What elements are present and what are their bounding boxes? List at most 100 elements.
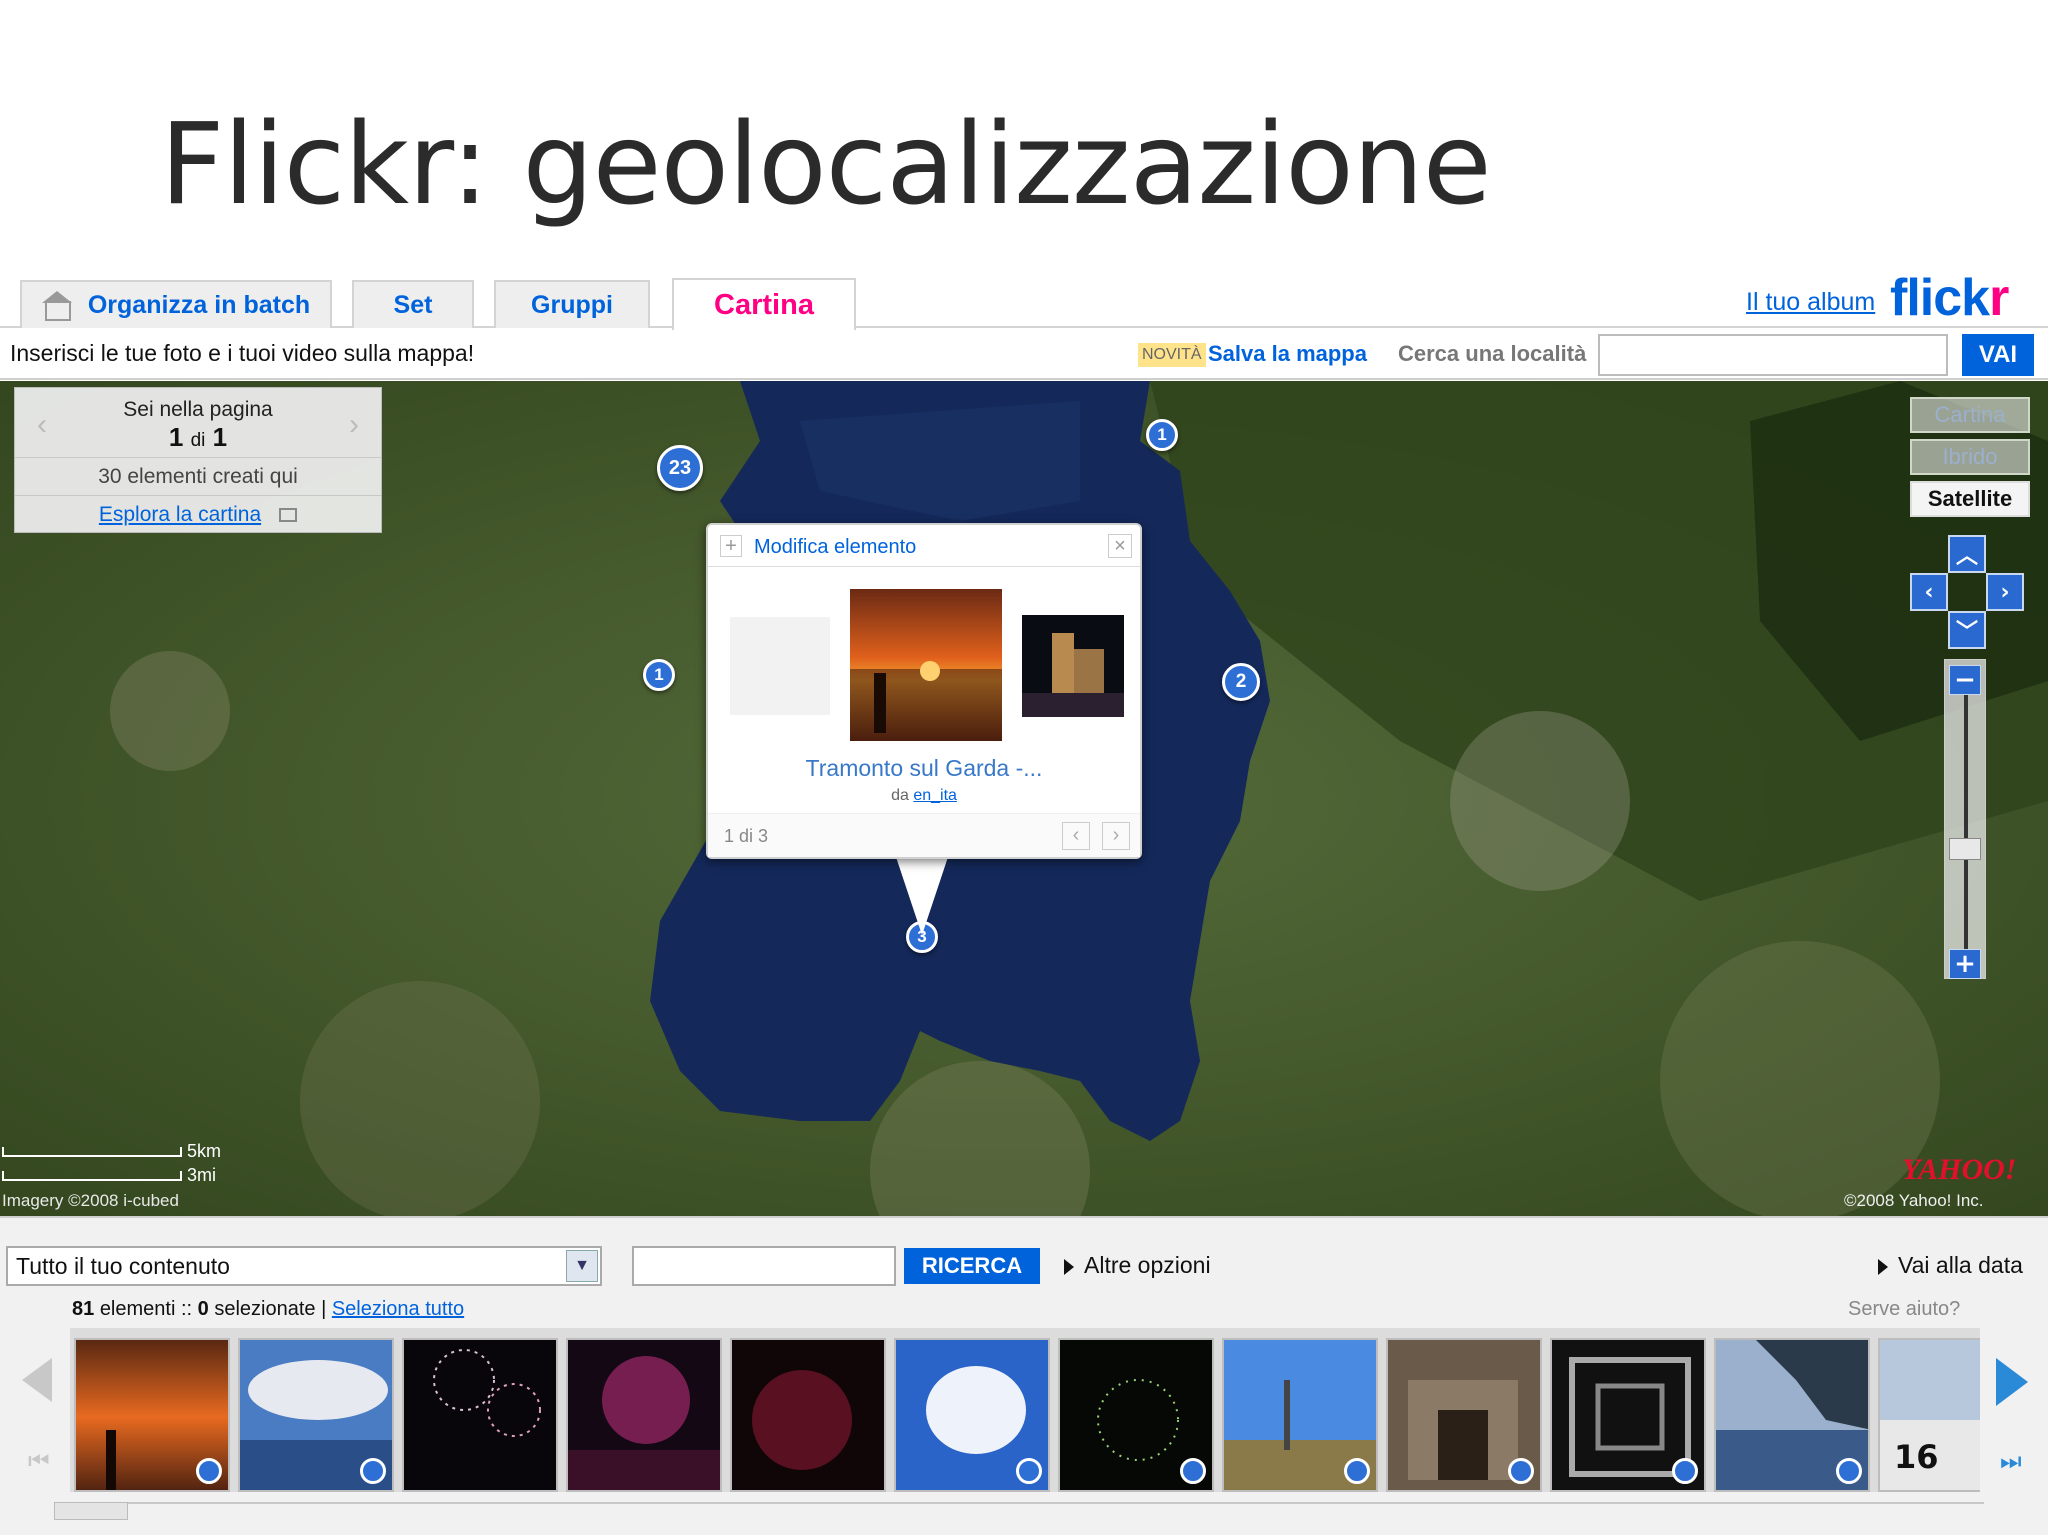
select-all-link[interactable]: Seleziona tutto: [332, 1298, 464, 1320]
tab-label: Organizza in batch: [87, 290, 311, 319]
thumb-number: 16: [1894, 1438, 1939, 1476]
imagery-credit: Imagery ©2008 i-cubed: [2, 1191, 179, 1210]
zoom-ticks: [1964, 690, 1968, 950]
popup-next-icon[interactable]: ›: [1102, 822, 1130, 850]
popup-thumb-sunset[interactable]: [850, 589, 1002, 741]
photo-thumb[interactable]: [74, 1338, 230, 1492]
map-type-satellite[interactable]: Satellite: [1910, 481, 2030, 517]
geotag-dot: [1508, 1458, 1534, 1484]
strip-scrollbar[interactable]: [54, 1502, 1984, 1520]
content-search-input[interactable]: [632, 1246, 896, 1286]
page-panel: ‹ Sei nella pagina 1 di 1 › 30 elementi …: [14, 387, 382, 533]
author-link[interactable]: en_ita: [913, 787, 957, 804]
tab-label: Gruppi: [531, 290, 613, 319]
geotag-dot: [1672, 1458, 1698, 1484]
map-marker[interactable]: 2: [1222, 663, 1260, 701]
geotag-dot: [196, 1458, 222, 1484]
popout-icon: [279, 508, 298, 523]
photo-thumb[interactable]: 16: [1878, 1338, 1980, 1492]
photo-thumb[interactable]: [402, 1338, 558, 1492]
search-button[interactable]: RICERCA: [904, 1248, 1040, 1284]
tab-label: Cartina: [714, 288, 814, 321]
content-filter-select[interactable]: Tutto il tuo contenuto ▼: [6, 1246, 602, 1286]
selection-count: 81 elementi :: 0 selezionate | Seleziona…: [72, 1298, 465, 1320]
map-marker[interactable]: 23: [657, 445, 703, 491]
strip-prev-icon[interactable]: [22, 1358, 52, 1402]
map-marker[interactable]: 1: [1146, 419, 1178, 451]
next-page-icon[interactable]: ›: [349, 408, 359, 442]
save-map-link[interactable]: Salva la mappa: [1208, 341, 1367, 367]
item-popup: + Modifica elemento × Tramonto sul Garda…: [706, 523, 1142, 859]
pan-down-icon[interactable]: ﹀: [1948, 611, 1986, 649]
popup-thumb-empty: [730, 617, 830, 715]
tab-label: Set: [393, 290, 433, 319]
satellite-map[interactable]: ‹ Sei nella pagina 1 di 1 › 30 elementi …: [0, 381, 2048, 1216]
popup-prev-icon[interactable]: ‹: [1062, 822, 1090, 850]
tab-groups[interactable]: Gruppi: [494, 280, 650, 328]
info-text: Inserisci le tue foto e i tuoi video sul…: [10, 340, 475, 366]
strip-last-icon[interactable]: ⏭: [2000, 1448, 2022, 1476]
photo-thumb[interactable]: [1058, 1338, 1214, 1492]
photo-thumb[interactable]: [894, 1338, 1050, 1492]
tab-bar: Organizza in batch Set Gruppi Cartina: [0, 278, 2048, 330]
zoom-handle[interactable]: [1949, 838, 1981, 860]
slide-title: Flickr: geolocalizzazione: [160, 100, 1492, 230]
photo-thumb[interactable]: [1714, 1338, 1870, 1492]
close-icon[interactable]: ×: [1108, 534, 1132, 558]
geotag-dot: [1180, 1458, 1206, 1484]
popup-pointer: [896, 857, 948, 935]
flickr-logo[interactable]: flickr: [1890, 268, 2009, 328]
popup-author: da en_ita: [891, 787, 957, 804]
place-search-input[interactable]: [1598, 334, 1948, 376]
scale-km: 5km: [2, 1141, 221, 1162]
more-options[interactable]: Altre opzioni: [1064, 1252, 1211, 1279]
thumbnail-strip: 16: [70, 1328, 1980, 1492]
popup-caption[interactable]: Tramonto sul Garda -...: [708, 755, 1140, 782]
scroll-handle[interactable]: [54, 1502, 128, 1520]
triangle-right-icon: [1064, 1258, 1074, 1275]
photo-thumb[interactable]: [1386, 1338, 1542, 1492]
map-type-hybrid[interactable]: Ibrido: [1910, 439, 2030, 475]
tab-set[interactable]: Set: [352, 280, 474, 328]
your-album-link[interactable]: Il tuo album: [1746, 288, 1875, 317]
explore-map-row[interactable]: Esplora la cartina: [15, 496, 381, 533]
explore-map-link[interactable]: Esplora la cartina: [99, 503, 261, 526]
new-badge: NOVITÀ: [1138, 343, 1206, 367]
search-place-label: Cerca una località: [1398, 341, 1587, 366]
chevron-down-icon[interactable]: ▼: [566, 1250, 598, 1282]
zoom-slider[interactable]: [1944, 659, 1986, 979]
page-panel-line1: Sei nella pagina: [123, 398, 273, 421]
photo-thumb[interactable]: [566, 1338, 722, 1492]
geotag-dot: [360, 1458, 386, 1484]
page-indicator: 1 di 1: [168, 422, 228, 452]
zoom-in-icon[interactable]: +: [1949, 949, 1981, 979]
strip-first-icon[interactable]: ⏮: [28, 1448, 50, 1476]
popup-thumb-castle[interactable]: [1022, 615, 1124, 717]
info-row: Inserisci le tue foto e i tuoi video sul…: [0, 330, 2048, 380]
photo-thumb[interactable]: [1222, 1338, 1378, 1492]
geotag-dot: [1836, 1458, 1862, 1484]
items-here: 30 elementi creati qui: [15, 458, 381, 496]
photo-thumb[interactable]: [238, 1338, 394, 1492]
go-to-date[interactable]: Vai alla data: [1878, 1252, 2023, 1279]
popup-counter: 1 di 3: [724, 826, 769, 846]
tab-map[interactable]: Cartina: [672, 278, 856, 330]
geotag-dot: [1016, 1458, 1042, 1484]
pan-left-icon[interactable]: ‹: [1910, 573, 1948, 611]
yahoo-copyright: ©2008 Yahoo! Inc.: [1844, 1191, 1984, 1210]
pan-right-icon[interactable]: ›: [1986, 573, 2024, 611]
help-link[interactable]: Serve aiuto?: [1848, 1298, 1960, 1321]
expand-icon[interactable]: +: [720, 535, 742, 557]
prev-page-icon[interactable]: ‹: [37, 408, 47, 442]
zoom-out-icon[interactable]: −: [1949, 665, 1981, 695]
scale-mi: 3mi: [2, 1165, 216, 1186]
tab-organize-batch[interactable]: Organizza in batch: [20, 280, 332, 328]
photo-thumb[interactable]: [1550, 1338, 1706, 1492]
pan-up-icon[interactable]: ︿: [1948, 535, 1986, 573]
photo-thumb[interactable]: [730, 1338, 886, 1492]
strip-next-icon[interactable]: [1996, 1358, 2028, 1406]
map-marker[interactable]: 1: [643, 659, 675, 691]
map-type-map[interactable]: Cartina: [1910, 397, 2030, 433]
popup-title[interactable]: Modifica elemento: [754, 536, 916, 559]
go-button[interactable]: VAI: [1962, 334, 2034, 376]
